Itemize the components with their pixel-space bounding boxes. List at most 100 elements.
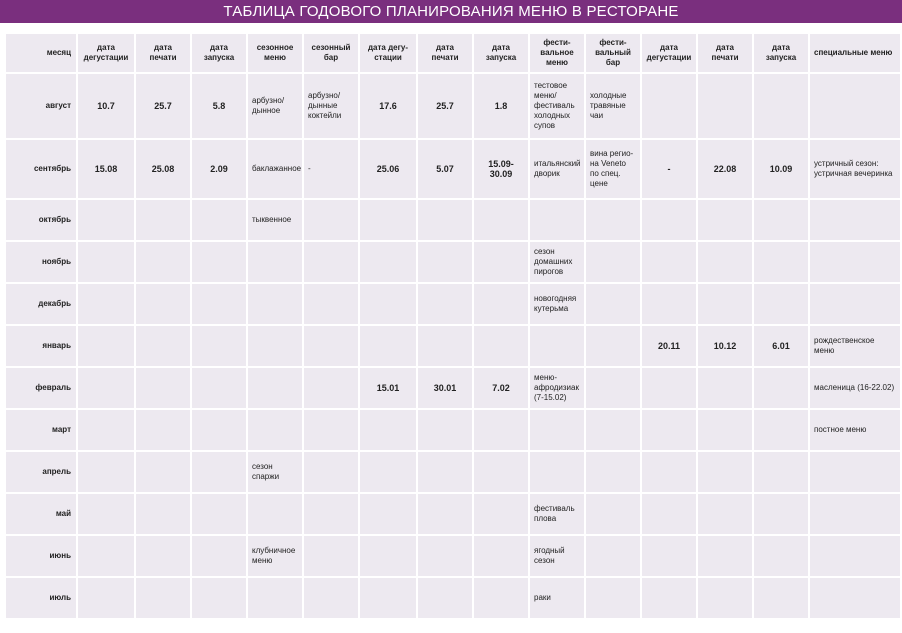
- cell-launch-date-3: [754, 536, 808, 576]
- cell-seasonal-menu: [248, 494, 302, 534]
- cell-tasting-date-2: [360, 578, 416, 618]
- cell-launch-date-1: [192, 578, 246, 618]
- cell-seasonal-menu: арбузно/ дынное: [248, 74, 302, 138]
- cell-tasting-date-3: [642, 452, 696, 492]
- header-print-date-1: дата печати: [136, 34, 190, 72]
- cell-month: июль: [6, 578, 76, 618]
- cell-festival-menu: раки: [530, 578, 584, 618]
- cell-print-date-3: 10.12: [698, 326, 752, 366]
- cell-tasting-date-3: -: [642, 140, 696, 198]
- cell-launch-date-3: [754, 284, 808, 324]
- cell-festival-menu: ягодный сезон: [530, 536, 584, 576]
- cell-seasonal-bar: арбузно/ дынные коктейли: [304, 74, 358, 138]
- cell-launch-date-3: [754, 74, 808, 138]
- table-row: апрель сезон спаржи: [6, 452, 900, 492]
- cell-launch-date-1: [192, 494, 246, 534]
- cell-seasonal-menu: [248, 578, 302, 618]
- cell-tasting-date-1: [78, 452, 134, 492]
- cell-print-date-2: [418, 578, 472, 618]
- cell-launch-date-1: [192, 410, 246, 450]
- cell-print-date-1: [136, 368, 190, 408]
- cell-print-date-2: [418, 200, 472, 240]
- cell-festival-bar: [586, 326, 640, 366]
- header-tasting-date-2: дата дегу-стации: [360, 34, 416, 72]
- cell-special-menu: [810, 494, 900, 534]
- cell-print-date-2: [418, 536, 472, 576]
- cell-month: декабрь: [6, 284, 76, 324]
- cell-tasting-date-3: [642, 410, 696, 450]
- cell-launch-date-3: [754, 452, 808, 492]
- cell-month: март: [6, 410, 76, 450]
- cell-launch-date-2: [474, 326, 528, 366]
- cell-seasonal-bar: [304, 578, 358, 618]
- cell-month: февраль: [6, 368, 76, 408]
- cell-tasting-date-3: [642, 200, 696, 240]
- cell-launch-date-3: [754, 242, 808, 282]
- cell-special-menu: [810, 284, 900, 324]
- table-row: июнь клубничное меню ягодный сезон: [6, 536, 900, 576]
- cell-tasting-date-3: [642, 578, 696, 618]
- cell-seasonal-bar: [304, 200, 358, 240]
- cell-tasting-date-1: [78, 578, 134, 618]
- cell-tasting-date-1: 10.7: [78, 74, 134, 138]
- cell-launch-date-2: [474, 242, 528, 282]
- cell-festival-bar: [586, 410, 640, 450]
- cell-seasonal-menu: тыквенное: [248, 200, 302, 240]
- cell-tasting-date-2: [360, 536, 416, 576]
- header-print-date-3: дата печати: [698, 34, 752, 72]
- header-month: месяц: [6, 34, 76, 72]
- cell-launch-date-2: [474, 410, 528, 450]
- cell-launch-date-2: [474, 284, 528, 324]
- table-row: январь 20.11 10.12 6.01 рождественское меню: [6, 326, 900, 366]
- cell-seasonal-menu: сезон спаржи: [248, 452, 302, 492]
- cell-print-date-1: [136, 494, 190, 534]
- cell-launch-date-2: [474, 200, 528, 240]
- cell-tasting-date-1: [78, 200, 134, 240]
- cell-seasonal-bar: [304, 242, 358, 282]
- cell-tasting-date-2: 25.06: [360, 140, 416, 198]
- table-row: август 10.7 25.7 5.8 арбузно/ дынное арбузно/…: [6, 74, 900, 138]
- cell-tasting-date-3: [642, 284, 696, 324]
- cell-tasting-date-2: [360, 494, 416, 534]
- cell-tasting-date-3: [642, 368, 696, 408]
- cell-month: май: [6, 494, 76, 534]
- cell-festival-bar: [586, 536, 640, 576]
- cell-launch-date-3: [754, 200, 808, 240]
- cell-festival-menu: [530, 200, 584, 240]
- header-seasonal-menu: сезонное меню: [248, 34, 302, 72]
- cell-seasonal-menu: [248, 284, 302, 324]
- cell-seasonal-bar: -: [304, 140, 358, 198]
- cell-seasonal-menu: [248, 368, 302, 408]
- cell-launch-date-1: [192, 200, 246, 240]
- cell-tasting-date-3: [642, 74, 696, 138]
- header-print-date-2: дата печати: [418, 34, 472, 72]
- cell-print-date-1: 25.08: [136, 140, 190, 198]
- page-title: ТАБЛИЦА ГОДОВОГО ПЛАНИРОВАНИЯ МЕНЮ В РЕС…: [0, 0, 902, 23]
- header-seasonal-bar: сезонный бар: [304, 34, 358, 72]
- cell-seasonal-menu: баклажанное: [248, 140, 302, 198]
- cell-festival-bar: [586, 578, 640, 618]
- cell-festival-bar: [586, 200, 640, 240]
- cell-seasonal-menu: [248, 242, 302, 282]
- cell-month: январь: [6, 326, 76, 366]
- cell-seasonal-bar: [304, 410, 358, 450]
- cell-launch-date-1: 5.8: [192, 74, 246, 138]
- cell-launch-date-2: 15.09-30.09: [474, 140, 528, 198]
- cell-seasonal-menu: клубничное меню: [248, 536, 302, 576]
- cell-month: сентябрь: [6, 140, 76, 198]
- cell-print-date-1: [136, 536, 190, 576]
- cell-festival-menu: [530, 410, 584, 450]
- cell-festival-bar: [586, 284, 640, 324]
- cell-launch-date-1: [192, 242, 246, 282]
- cell-special-menu: [810, 74, 900, 138]
- header-tasting-date-1: дата дегустации: [78, 34, 134, 72]
- table-row: октябрь тыквенное: [6, 200, 900, 240]
- cell-print-date-1: [136, 200, 190, 240]
- cell-tasting-date-2: [360, 242, 416, 282]
- cell-seasonal-bar: [304, 326, 358, 366]
- cell-seasonal-bar: [304, 494, 358, 534]
- cell-tasting-date-1: [78, 368, 134, 408]
- table-row: сентябрь 15.08 25.08 2.09 баклажанное -25.06 5…: [6, 140, 900, 198]
- cell-launch-date-2: [474, 578, 528, 618]
- header-festival-bar: фести-вальный бар: [586, 34, 640, 72]
